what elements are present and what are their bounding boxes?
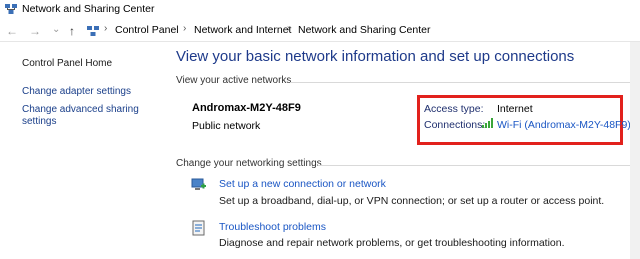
breadcrumb-control-panel[interactable]: Control Panel: [115, 24, 179, 36]
setup-connection-description: Set up a broadband, dial-up, or VPN conn…: [219, 195, 605, 207]
active-networks-section-label: View your active networks: [176, 75, 292, 86]
vertical-scrollbar[interactable]: [630, 42, 640, 259]
troubleshoot-link[interactable]: Troubleshoot problems: [219, 221, 326, 233]
connections-label: Connections:: [424, 119, 486, 131]
section-divider: [318, 165, 630, 166]
title-bar: Network and Sharing Center: [0, 0, 640, 20]
recent-locations-dropdown[interactable]: ⌄: [52, 22, 60, 38]
up-button[interactable]: ↑: [69, 23, 75, 39]
setup-connection-link[interactable]: Set up a new connection or network: [219, 178, 386, 190]
window-title: Network and Sharing Center: [22, 3, 155, 15]
back-button[interactable]: ←: [6, 23, 18, 39]
breadcrumb-network-and-internet[interactable]: Network and Internet: [194, 24, 291, 36]
breadcrumb-separator: ›: [104, 23, 108, 34]
breadcrumb-network-and-sharing-center[interactable]: Network and Sharing Center: [298, 24, 431, 36]
forward-button[interactable]: →: [29, 23, 41, 39]
section-divider: [290, 82, 630, 83]
breadcrumb-separator: ›: [287, 23, 291, 34]
new-connection-icon: [191, 178, 206, 190]
network-icon: [5, 4, 17, 14]
sidebar-change-adapter-settings[interactable]: Change adapter settings: [22, 86, 131, 97]
access-type-value: Internet: [497, 103, 533, 115]
breadcrumb-separator: ›: [183, 23, 187, 34]
network-type-link[interactable]: Public network: [192, 120, 260, 132]
troubleshoot-icon: [192, 220, 205, 236]
sidebar-control-panel-home[interactable]: Control Panel Home: [22, 58, 112, 69]
wifi-signal-icon: [482, 118, 493, 128]
control-panel-icon: [87, 26, 99, 36]
address-bar: ← → ⌄ ↑ › Control Panel › Network and In…: [0, 21, 640, 42]
troubleshoot-description: Diagnose and repair network problems, or…: [219, 237, 565, 249]
wifi-connection-link[interactable]: Wi-Fi (Andromax-M2Y-48F9): [497, 119, 631, 131]
change-settings-section-label: Change your networking settings: [176, 158, 322, 169]
sidebar-change-advanced-sharing-cont[interactable]: settings: [22, 116, 56, 127]
sidebar-change-advanced-sharing[interactable]: Change advanced sharing: [22, 104, 139, 115]
network-name: Andromax-M2Y-48F9: [192, 102, 301, 114]
page-title: View your basic network information and …: [176, 48, 575, 65]
access-type-label: Access type:: [424, 103, 484, 115]
